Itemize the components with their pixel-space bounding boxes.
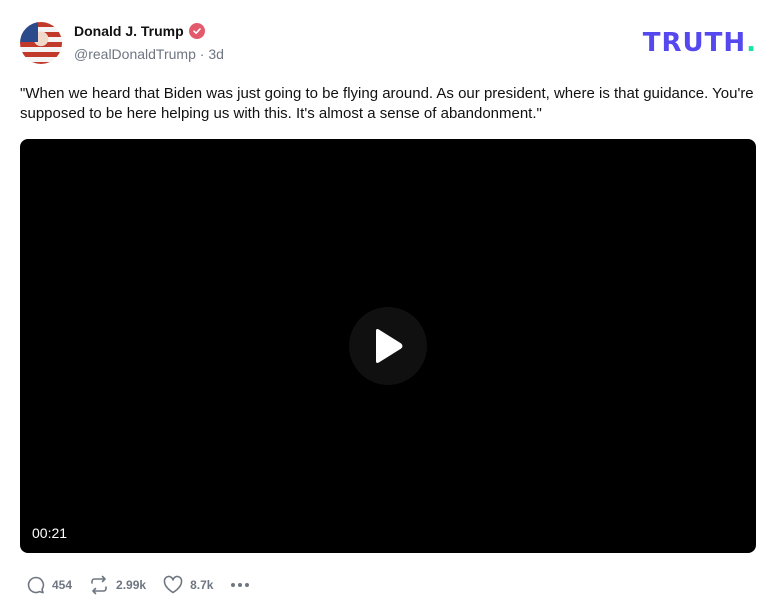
video-player[interactable]: 00:21 bbox=[20, 139, 756, 553]
play-icon bbox=[376, 329, 403, 363]
reply-button[interactable]: 454 bbox=[26, 575, 72, 595]
repost-button[interactable]: 2.99k bbox=[88, 575, 146, 595]
author-handle[interactable]: @realDonaldTrump bbox=[74, 46, 196, 62]
post-actions: 454 2.99k 8.7k bbox=[26, 574, 250, 596]
meta-separator: · bbox=[199, 46, 205, 62]
repost-count: 2.99k bbox=[116, 578, 147, 592]
avatar[interactable] bbox=[20, 22, 62, 64]
post-header: Donald J. Trump @realDonaldTrump · 3d TR… bbox=[20, 20, 757, 66]
reply-icon bbox=[27, 576, 45, 594]
logo-text: TRUTH bbox=[642, 28, 747, 58]
more-icon[interactable] bbox=[231, 575, 250, 595]
like-button[interactable]: 8.7k bbox=[162, 575, 213, 595]
reply-count: 454 bbox=[52, 578, 73, 592]
post-time[interactable]: 3d bbox=[208, 46, 224, 62]
like-count: 8.7k bbox=[190, 578, 214, 592]
truth-logo[interactable]: TRUTH. bbox=[643, 28, 757, 58]
verified-badge-icon bbox=[188, 23, 205, 39]
logo-dot: . bbox=[746, 28, 757, 58]
like-icon bbox=[163, 575, 183, 594]
post-text: "When we heard that Biden was just going… bbox=[20, 85, 754, 122]
author-meta: @realDonaldTrump · 3d bbox=[74, 46, 224, 62]
video-duration: 00:21 bbox=[32, 525, 68, 541]
author-name-row: Donald J. Trump bbox=[74, 23, 205, 39]
author-name[interactable]: Donald J. Trump bbox=[74, 23, 184, 39]
play-button[interactable] bbox=[349, 307, 427, 385]
repost-icon bbox=[91, 575, 107, 595]
